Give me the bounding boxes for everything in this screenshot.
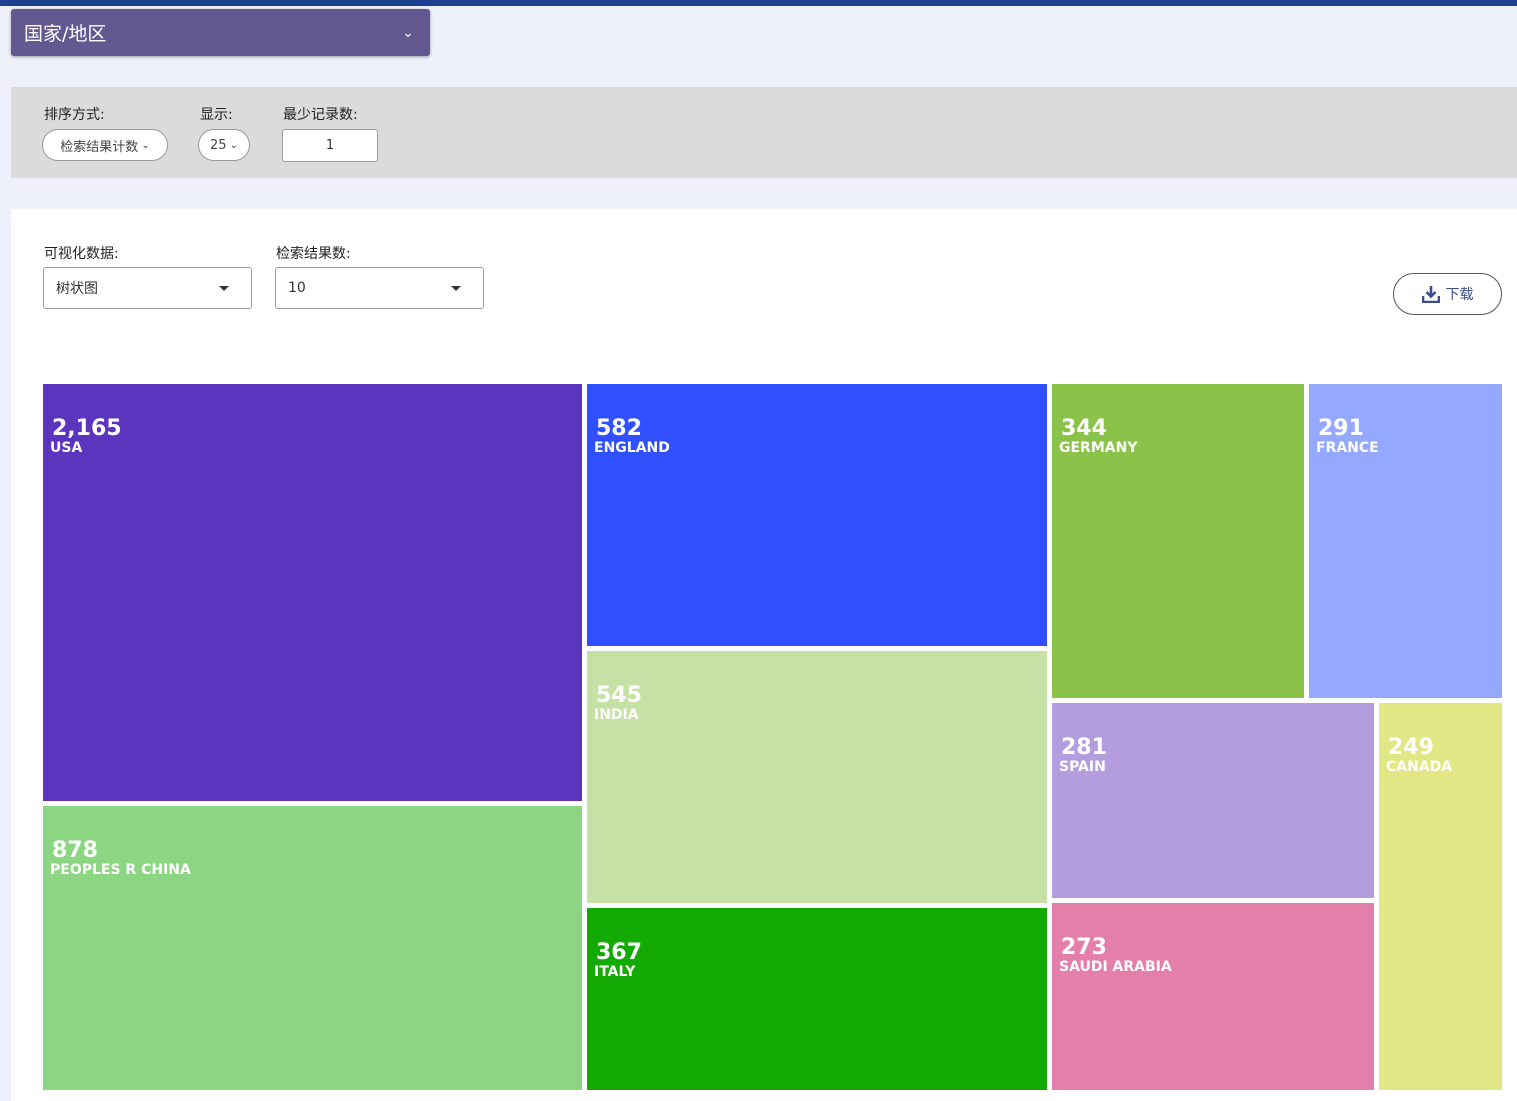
treemap-cell-germany[interactable]: 344GERMANY [1052,384,1304,698]
treemap-rect[interactable] [587,384,1047,646]
treemap-cell-peoples-r-china[interactable]: 878PEOPLES R CHINA [43,806,582,1090]
sort-label: 排序方式: [44,107,105,123]
treemap-cell-france[interactable]: 291FRANCE [1309,384,1502,698]
treemap-rect[interactable] [1379,703,1502,1090]
sort-select[interactable]: 检索结果计数 ⌄ [42,129,168,161]
treemap-cell-england[interactable]: 582ENGLAND [587,384,1047,646]
caret-down-icon [219,285,229,291]
chevron-down-icon: ⌄ [402,24,414,41]
country-region-panel-header[interactable]: 国家/地区 ⌄ [11,9,430,56]
min-records-label: 最少记录数: [283,107,358,123]
filter-bar: 排序方式: 检索结果计数 ⌄ 显示: 25 ⌄ 最少记录数: 1 [11,87,1517,178]
result-count-label: 检索结果数: [276,246,351,262]
chevron-down-icon: ⌄ [141,139,150,151]
treemap-cell-italy[interactable]: 367ITALY [587,908,1047,1090]
treemap-rect[interactable] [1052,384,1304,698]
show-count-select[interactable]: 25 ⌄ [198,129,250,161]
panel-title: 国家/地区 [24,23,107,45]
caret-down-icon [451,285,461,291]
treemap-rect[interactable] [1052,903,1374,1090]
show-value: 25 [210,137,227,153]
visualization-data-label: 可视化数据: [44,246,119,262]
treemap-rect[interactable] [587,908,1047,1090]
treemap-cell-saudi-arabia[interactable]: 273SAUDI ARABIA [1052,903,1374,1090]
treemap-rect[interactable] [1309,384,1502,698]
treemap-cell-spain[interactable]: 281SPAIN [1052,703,1374,898]
download-icon [1421,286,1440,303]
download-button[interactable]: 下载 [1393,273,1502,315]
top-accent-bar [0,0,1517,6]
treemap-cell-india[interactable]: 545INDIA [587,651,1047,903]
visualization-type-value: 树状图 [56,281,98,297]
treemap-cell-usa[interactable]: 2,165USA [43,384,582,801]
treemap-rect[interactable] [43,806,582,1090]
result-count-select[interactable]: 10 [275,267,484,309]
chevron-down-icon: ⌄ [229,139,238,151]
treemap-rect[interactable] [43,384,582,801]
treemap-cell-canada[interactable]: 249CANADA [1379,703,1502,1090]
download-label: 下载 [1445,287,1474,303]
visualization-type-select[interactable]: 树状图 [43,267,252,309]
treemap-rect[interactable] [1052,703,1374,898]
result-count-value: 10 [288,280,306,296]
treemap-rect[interactable] [587,651,1047,903]
min-records-value: 1 [325,138,335,153]
show-label: 显示: [200,107,233,123]
sort-value: 检索结果计数 [60,139,139,155]
min-records-input[interactable]: 1 [282,129,378,162]
